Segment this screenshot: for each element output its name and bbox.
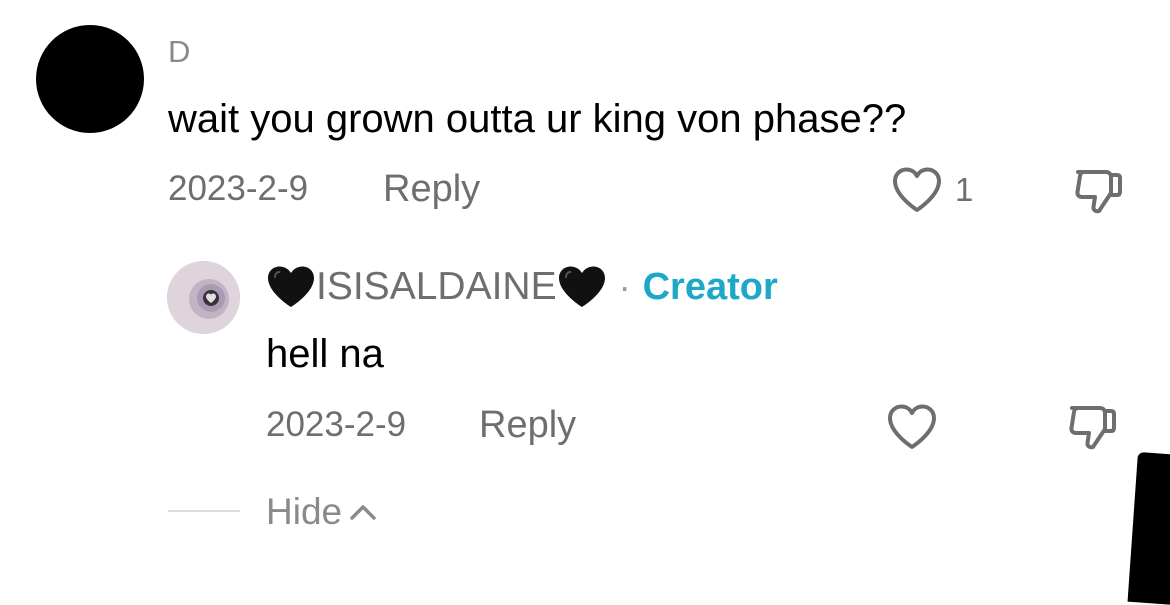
heart-outline-icon	[893, 167, 941, 212]
creator-badge: Creator	[642, 266, 778, 308]
reply-text: hell na	[266, 332, 384, 376]
comment-text: wait you grown outta ur king von phase??	[168, 97, 907, 141]
chevron-up-icon	[350, 505, 376, 520]
reply-dislike-button[interactable]	[1066, 402, 1118, 452]
reply-date: 2023-2-9	[266, 405, 407, 444]
edge-overlay	[1127, 452, 1170, 605]
hide-label: Hide	[266, 491, 343, 532]
dislike-button[interactable]	[1072, 166, 1124, 216]
separator-dot: ·	[618, 266, 631, 307]
black-heart-icon	[266, 265, 316, 309]
comment-username[interactable]: D	[168, 32, 190, 72]
thumbs-down-icon	[1075, 170, 1122, 214]
reply-header: ISISALDAINE · Creator	[266, 262, 778, 312]
black-heart-icon	[557, 265, 607, 309]
heart-outline-icon	[888, 404, 936, 449]
reply-username[interactable]: ISISALDAINE	[316, 263, 557, 311]
reply-avatar[interactable]	[167, 261, 240, 334]
reply-like-button[interactable]	[886, 403, 938, 451]
comment-date: 2023-2-9	[168, 169, 309, 208]
eye-avatar-image	[167, 261, 240, 334]
reply-reply-button[interactable]: Reply	[479, 404, 576, 446]
like-count: 1	[955, 171, 974, 208]
like-button[interactable]	[891, 166, 943, 214]
thumbs-down-icon	[1069, 406, 1116, 450]
avatar[interactable]	[36, 25, 144, 133]
hide-replies-button[interactable]: Hide	[266, 490, 378, 534]
reply-button[interactable]: Reply	[383, 168, 480, 210]
thread-divider	[168, 510, 240, 512]
